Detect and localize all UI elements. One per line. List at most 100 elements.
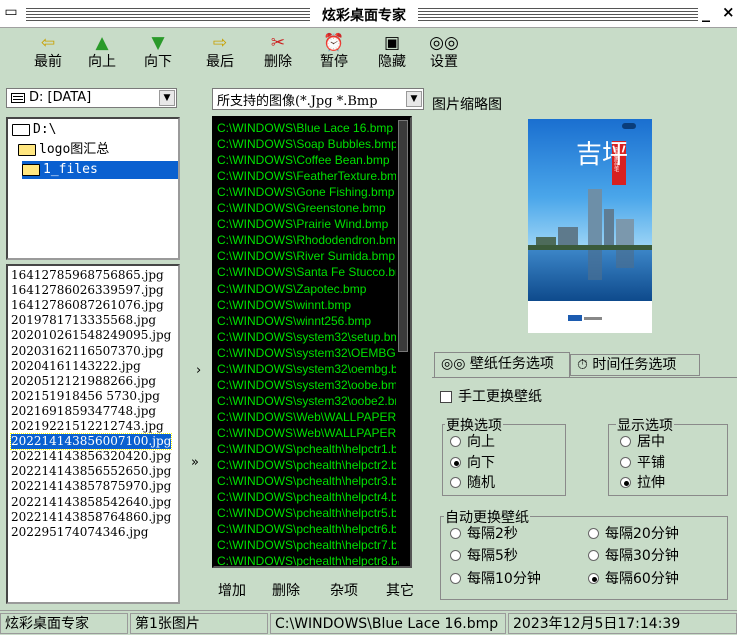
path-list-item[interactable]: C:\WINDOWS\pchealth\helpctr1.bmp — [217, 441, 399, 457]
hide-button[interactable]: ▣ 隐藏 — [370, 32, 414, 76]
minimize-button[interactable]: _ — [702, 3, 718, 23]
tab-wallpaper-options[interactable]: ◎◎ 壁纸任务选项 — [434, 352, 570, 378]
path-list-item[interactable]: C:\WINDOWS\Prairie Wind.bmp — [217, 216, 399, 232]
manual-change-checkbox[interactable] — [440, 391, 452, 403]
chevron-down-icon[interactable]: ▼ — [406, 91, 422, 107]
filter-value: 所支持的图像(*.Jpg *.Bmp — [217, 94, 378, 109]
file-list-item[interactable]: 2021691859347748.jpg — [11, 404, 156, 419]
interval-5s-radio[interactable]: 每隔5秒 — [450, 547, 518, 565]
wallpaper-path-list[interactable]: C:\WINDOWS\Blue Lace 16.bmp C:\WINDOWS\So… — [212, 116, 412, 568]
path-list-item[interactable]: C:\WINDOWS\Web\WALLPAPER1.bmp — [217, 409, 399, 425]
path-list-item[interactable]: C:\WINDOWS\pchealth\helpctr8.bmp — [217, 553, 399, 566]
change-random-radio[interactable]: 随机 — [450, 474, 495, 492]
first-button[interactable]: ⇦ 最前 — [26, 32, 70, 76]
radio-dot — [450, 435, 461, 447]
path-list-item[interactable]: C:\WINDOWS\pchealth\helpctr2.bmp — [217, 457, 399, 473]
interval-2s-radio[interactable]: 每隔2秒 — [450, 525, 518, 543]
path-list-item[interactable]: C:\WINDOWS\system32\oobe.bmp — [217, 377, 399, 393]
path-list-item[interactable]: C:\WINDOWS\Web\WALLPAPER2.bmp — [217, 425, 399, 441]
path-list-item[interactable]: C:\WINDOWS\Gone Fishing.bmp — [217, 184, 399, 200]
title-stripes-right — [418, 8, 698, 21]
path-list-item[interactable]: C:\WINDOWS\Zapotec.bmp — [217, 281, 399, 297]
file-list-item[interactable]: 2019781713335568.jpg — [11, 313, 156, 328]
file-list-item[interactable]: 202295174074346.jpg — [11, 525, 148, 540]
file-list-item[interactable]: 202214143858764860.jpg — [11, 510, 171, 525]
file-list-item[interactable]: 202214143857875970.jpg — [11, 479, 171, 494]
title-stripes-left — [26, 8, 310, 21]
up-button[interactable]: ▲ 向上 — [80, 32, 124, 76]
path-list-item[interactable]: C:\WINDOWS\system32\OEMBG.bmp — [217, 345, 399, 361]
radio-dot — [450, 476, 461, 488]
display-tile-radio[interactable]: 平铺 — [620, 454, 665, 472]
remove-button[interactable]: 删除 — [272, 580, 300, 600]
interval-10m-radio[interactable]: 每隔10分钟 — [450, 570, 541, 588]
arrow-up-icon: ▲ — [95, 33, 109, 53]
display-stretch-radio[interactable]: 拉伸 — [620, 474, 665, 492]
folder-tree[interactable]: D:\ logo图汇总 1_files — [6, 117, 180, 260]
tab-time-options[interactable]: ⏱ 时间任务选项 — [570, 354, 700, 376]
interval-30m-radio[interactable]: 每隔30分钟 — [588, 547, 679, 565]
path-list-item[interactable]: C:\WINDOWS\Coffee Bean.bmp — [217, 152, 399, 168]
tree-item-1-files[interactable]: 1_files — [22, 161, 178, 179]
path-list-item[interactable]: C:\WINDOWS\Santa Fe Stucco.bmp — [217, 264, 399, 280]
file-list-item[interactable]: 20204161143222.jpg — [11, 359, 141, 374]
window-title: 炫彩桌面专家 — [312, 5, 416, 25]
tree-item-logo[interactable]: logo图汇总 — [18, 141, 109, 159]
interval-60m-radio[interactable]: 每隔60分钟 — [588, 570, 679, 588]
file-list-item[interactable]: 202214143856320420.jpg — [11, 449, 171, 464]
path-list-item[interactable]: C:\WINDOWS\pchealth\helpctr3.bmp — [217, 473, 399, 489]
path-list-item[interactable]: C:\WINDOWS\Soap Bubbles.bmp — [217, 136, 399, 152]
drive-select[interactable]: D: [DATA] ▼ — [6, 88, 177, 108]
file-list-item[interactable]: 20203162116507370.jpg — [11, 344, 164, 359]
add-one-button[interactable]: › — [196, 363, 201, 378]
file-list-item[interactable]: 16412785968756865.jpg — [11, 268, 164, 283]
file-list-item[interactable]: 202214143856552650.jpg — [11, 464, 171, 479]
path-list-item[interactable]: C:\WINDOWS\FeatherTexture.bmp — [217, 168, 399, 184]
close-button[interactable]: × — [722, 3, 737, 23]
down-button[interactable]: ▼ 向下 — [136, 32, 180, 76]
path-list-item[interactable]: C:\WINDOWS\Greenstone.bmp — [217, 200, 399, 216]
path-list-item[interactable]: C:\WINDOWS\system32\setup.bmp — [217, 329, 399, 345]
path-list-item[interactable]: C:\WINDOWS\pchealth\helpctr5.bmp — [217, 505, 399, 521]
misc-button[interactable]: 杂项 — [330, 580, 358, 600]
path-list-item[interactable]: C:\WINDOWS\system32\oembg.bmp — [217, 361, 399, 377]
file-list[interactable]: 16412785968756865.jpg 16412786026339597.j… — [6, 264, 180, 604]
path-list-item[interactable]: C:\WINDOWS\pchealth\helpctr7.bmp — [217, 537, 399, 553]
radio-dot — [450, 456, 461, 468]
path-list-item[interactable]: C:\WINDOWS\Rhododendron.bmp — [217, 232, 399, 248]
path-list-item[interactable]: C:\WINDOWS\River Sumida.bmp — [217, 248, 399, 264]
file-list-item[interactable]: 2020512121988266.jpg — [11, 374, 156, 389]
path-list-scroll-thumb[interactable] — [398, 120, 408, 352]
change-up-radio[interactable]: 向上 — [450, 433, 495, 451]
chevron-down-icon[interactable]: ▼ — [159, 90, 175, 106]
add-all-button[interactable]: » — [191, 455, 199, 470]
path-list-item[interactable]: C:\WINDOWS\winnt.bmp — [217, 297, 399, 313]
file-list-item[interactable]: 20219221512212743.jpg — [11, 419, 164, 434]
display-center-radio[interactable]: 居中 — [620, 433, 665, 451]
pause-button[interactable]: ⏰ 暂停 — [312, 32, 356, 76]
change-down-radio[interactable]: 向下 — [450, 454, 495, 472]
file-list-item[interactable]: 202214143856007100.jpg — [9, 433, 173, 451]
delete-button[interactable]: ✂ 删除 — [256, 32, 300, 76]
path-list-item[interactable]: C:\WINDOWS\Blue Lace 16.bmp — [217, 120, 399, 136]
settings-button[interactable]: ◎◎ 设置 — [422, 32, 466, 76]
file-list-item[interactable]: 16412786087261076.jpg — [11, 298, 164, 313]
filter-select[interactable]: 所支持的图像(*.Jpg *.Bmp ▼ — [212, 88, 424, 110]
path-list-item[interactable]: C:\WINDOWS\system32\oobe2.bmp — [217, 393, 399, 409]
system-menu-icon[interactable]: ▭ — [4, 5, 18, 20]
file-list-item[interactable]: 2020102615482490​95.jpg — [11, 328, 171, 343]
file-list-item[interactable]: 202151918456 5730.jpg — [11, 389, 160, 404]
last-button[interactable]: ⇨ 最后 — [198, 32, 242, 76]
file-list-item[interactable]: 202214143858542640.jpg — [11, 495, 171, 510]
other-button[interactable]: 其它 — [386, 580, 414, 600]
tree-item-root[interactable]: D:\ — [12, 121, 56, 139]
title-bar[interactable]: ▭ 炫彩桌面专家 _ × — [0, 0, 737, 28]
settings-icon: ◎◎ — [441, 356, 466, 372]
interval-20m-radio[interactable]: 每隔20分钟 — [588, 525, 679, 543]
file-list-item[interactable]: 16412786026339597.jpg — [11, 283, 164, 298]
path-list-item[interactable]: C:\WINDOWS\winnt256.bmp — [217, 313, 399, 329]
add-button[interactable]: 增加 — [218, 580, 246, 600]
path-list-item[interactable]: C:\WINDOWS\pchealth\helpctr6.bmp — [217, 521, 399, 537]
path-list-item[interactable]: C:\WINDOWS\pchealth\helpctr4.bmp — [217, 489, 399, 505]
auto-change-title: 自动更换壁纸 — [444, 507, 530, 527]
